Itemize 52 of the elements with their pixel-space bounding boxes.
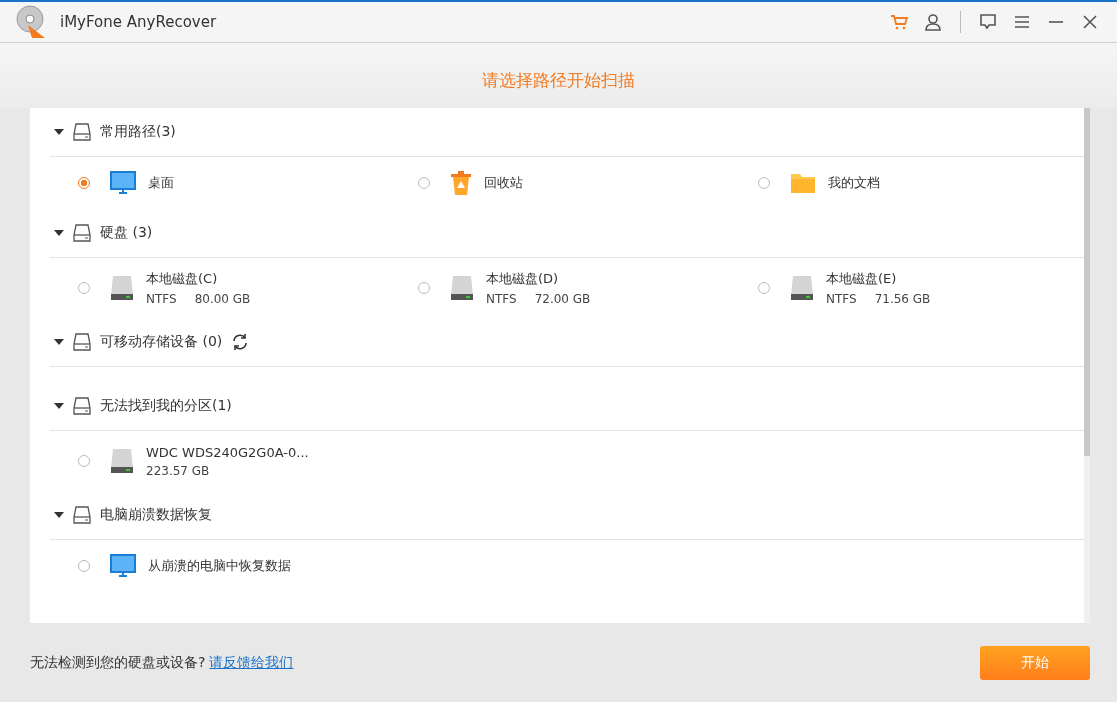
file-system-label: NTFS <box>486 292 517 306</box>
location-name: 桌面 <box>148 174 174 192</box>
monitor-icon <box>110 171 136 195</box>
location-name: WDC WDS240G2G0A-0... <box>146 444 309 460</box>
caret-icon[interactable] <box>54 230 64 236</box>
hard-drive-icon <box>450 275 474 301</box>
location-name: 我的文档 <box>828 174 880 192</box>
location-name: 本地磁盘(D) <box>486 270 560 288</box>
monitor-icon <box>110 554 136 578</box>
location-name: 回收站 <box>484 174 523 192</box>
section-title: 电脑崩溃数据恢复 <box>100 506 212 524</box>
close-icon[interactable] <box>1081 13 1099 31</box>
drive-outline-icon <box>72 332 92 352</box>
trash-can-icon <box>450 170 472 196</box>
disk-size-label: 72.00 GB <box>534 292 591 306</box>
file-system-label: NTFS <box>826 292 857 306</box>
caret-icon[interactable] <box>54 129 64 135</box>
section-title: 无法找到我的分区(1) <box>100 397 232 415</box>
drive-outline-icon <box>72 396 92 416</box>
disk-size-label: 80.00 GB <box>194 292 251 306</box>
disk-size-label: 71.56 GB <box>874 292 931 306</box>
drive-outline-icon <box>72 223 92 243</box>
scrollbar[interactable] <box>1084 108 1090 623</box>
file-system-label: NTFS <box>146 292 177 306</box>
scrollbar-thumb[interactable] <box>1084 108 1090 456</box>
location-name: 从崩溃的电脑中恢复数据 <box>148 557 291 575</box>
disk-size-label: 223.57 GB <box>146 463 210 478</box>
chat-icon[interactable] <box>979 13 997 31</box>
page-heading: 请选择路径开始扫描 <box>482 69 635 92</box>
cart-icon[interactable] <box>890 13 908 31</box>
menu-icon[interactable] <box>1013 13 1031 31</box>
caret-icon[interactable] <box>54 512 64 518</box>
start-button[interactable]: 开始 <box>980 645 1090 680</box>
user-icon[interactable] <box>924 13 942 31</box>
drive-outline-icon <box>72 505 92 525</box>
location-name: 本地磁盘(C) <box>146 270 219 288</box>
app-title: iMyFone AnyRecover <box>60 13 217 31</box>
footer-text: 无法检测到您的硬盘或设备? <box>30 653 206 672</box>
section-title: 常用路径(3) <box>100 123 176 141</box>
hard-drive-icon <box>790 275 814 301</box>
section-title: 硬盘 (3) <box>100 224 153 242</box>
caret-icon[interactable] <box>54 339 64 345</box>
radio-button[interactable] <box>78 177 90 189</box>
hard-drive-icon <box>110 448 134 474</box>
disc-logo-icon <box>16 5 46 39</box>
drive-outline-icon <box>72 122 92 142</box>
caret-icon[interactable] <box>54 403 64 409</box>
hard-drive-icon <box>110 275 134 301</box>
folder-icon <box>790 172 816 194</box>
section-title: 可移动存储设备 (0) <box>100 333 223 351</box>
location-name: 本地磁盘(E) <box>826 270 898 288</box>
feedback-link[interactable]: 请反馈给我们 <box>209 653 294 672</box>
